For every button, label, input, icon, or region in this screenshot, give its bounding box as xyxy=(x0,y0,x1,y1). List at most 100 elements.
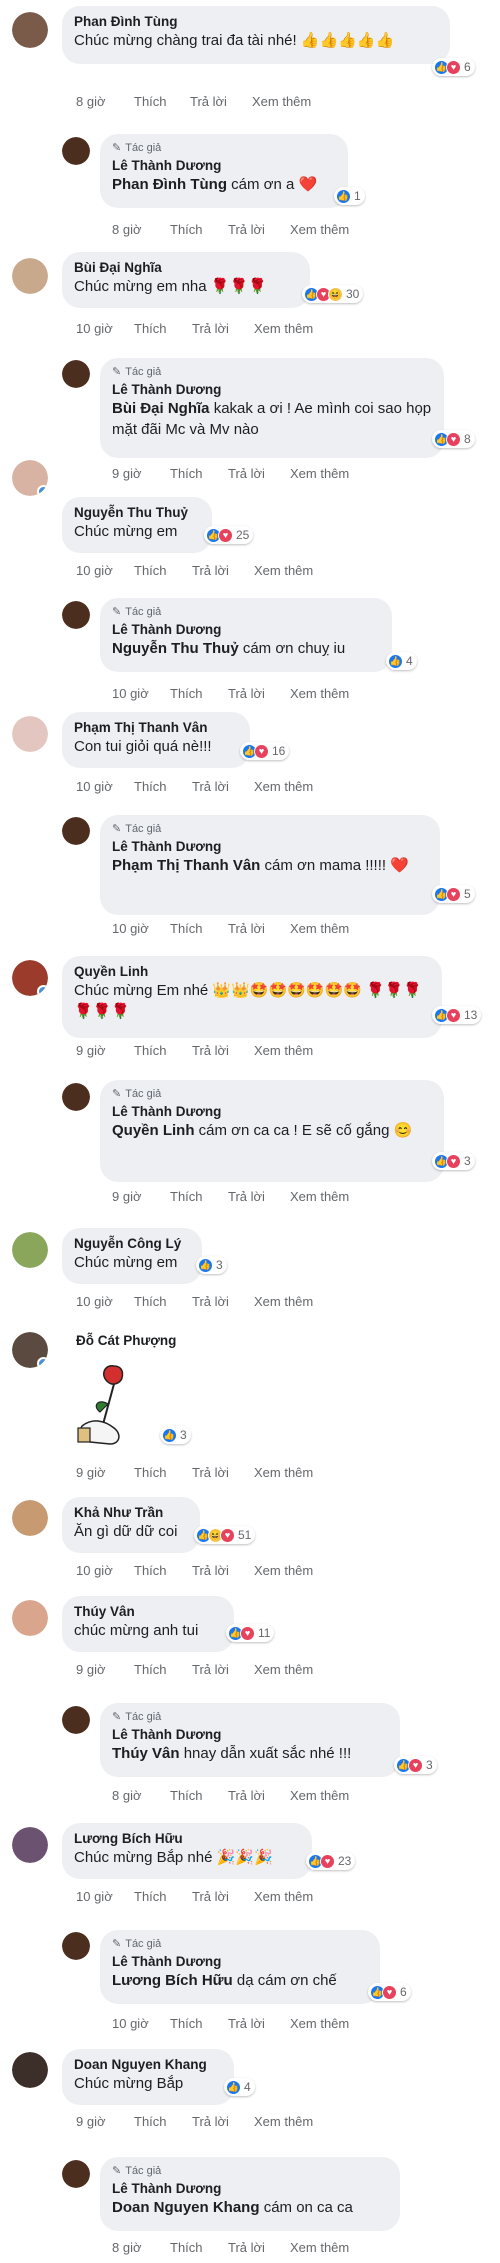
avatar[interactable] xyxy=(12,1827,48,1863)
avatar[interactable] xyxy=(12,258,48,294)
reply-link[interactable]: Trả lời xyxy=(192,1889,254,1904)
reply-link[interactable]: Trả lời xyxy=(228,1788,290,1803)
reply-link[interactable]: Trả lời xyxy=(228,1189,290,1204)
reaction-summary[interactable]: 👍 ♥ 13 xyxy=(432,1006,482,1024)
avatar[interactable] xyxy=(62,1932,90,1960)
reply-link[interactable]: Trả lời xyxy=(192,2114,254,2129)
see-more-link[interactable]: Xem thêm xyxy=(254,563,313,578)
avatar[interactable] xyxy=(62,1083,90,1111)
reaction-summary[interactable]: 👍 ♥ 3 xyxy=(394,1756,437,1774)
mention[interactable]: Nguyễn Thu Thuỷ xyxy=(112,640,239,657)
see-more-link[interactable]: Xem thêm xyxy=(254,1294,313,1309)
mention[interactable]: Lương Bích Hữu xyxy=(112,1972,233,1989)
reaction-summary[interactable]: 👍 3 xyxy=(196,1256,227,1274)
see-more-link[interactable]: Xem thêm xyxy=(254,1465,313,1480)
avatar[interactable] xyxy=(12,1600,48,1636)
reply-link[interactable]: Trả lời xyxy=(192,1662,254,1677)
comment-time[interactable]: 9 giờ xyxy=(76,1465,134,1480)
commenter-name[interactable]: Lê Thành Dương xyxy=(112,621,380,638)
comment-time[interactable]: 8 giờ xyxy=(112,2240,170,2255)
see-more-link[interactable]: Xem thêm xyxy=(254,1563,313,1578)
like-link[interactable]: Thích xyxy=(170,686,228,701)
avatar[interactable] xyxy=(12,716,48,752)
commenter-name[interactable]: Nguyễn Thu Thuỷ xyxy=(74,504,200,521)
comment-time[interactable]: 9 giờ xyxy=(76,1662,134,1677)
reaction-summary[interactable]: 👍 ♥ 6 xyxy=(432,58,475,76)
commenter-name[interactable]: Phạm Thị Thanh Vân xyxy=(74,719,238,736)
reaction-summary[interactable]: 👍 1 xyxy=(334,187,365,205)
comment-time[interactable]: 8 giờ xyxy=(112,1788,170,1803)
avatar[interactable] xyxy=(62,2160,90,2188)
reaction-summary[interactable]: 👍 ♥ 11 xyxy=(226,1624,275,1642)
reply-link[interactable]: Trả lời xyxy=(228,686,290,701)
like-link[interactable]: Thích xyxy=(134,563,192,578)
like-link[interactable]: Thích xyxy=(170,1788,228,1803)
see-more-link[interactable]: Xem thêm xyxy=(290,686,349,701)
avatar[interactable] xyxy=(62,601,90,629)
like-link[interactable]: Thích xyxy=(134,2114,192,2129)
mention[interactable]: Doan Nguyen Khang xyxy=(112,2199,260,2216)
commenter-name[interactable]: Nguyễn Công Lý xyxy=(74,1235,190,1252)
reaction-summary[interactable]: 👍 ♥ 25 xyxy=(204,526,254,544)
commenter-name[interactable]: Đỗ Cát Phượng xyxy=(76,1332,176,1349)
commenter-name[interactable]: Lê Thành Dương xyxy=(112,2180,388,2197)
comment-time[interactable]: 10 giờ xyxy=(76,1294,134,1309)
see-more-link[interactable]: Xem thêm xyxy=(254,1889,313,1904)
comment-time[interactable]: 8 giờ xyxy=(112,222,170,237)
see-more-link[interactable]: Xem thêm xyxy=(254,321,313,336)
mention[interactable]: Phạm Thị Thanh Vân xyxy=(112,857,260,874)
avatar[interactable] xyxy=(62,360,90,388)
commenter-name[interactable]: Lương Bích Hữu xyxy=(74,1830,300,1847)
comment-time[interactable]: 9 giờ xyxy=(76,1043,134,1058)
commenter-name[interactable]: Lê Thành Dương xyxy=(112,1103,432,1120)
reaction-summary[interactable]: 👍 😆 ♥ 51 xyxy=(194,1526,256,1544)
reply-link[interactable]: Trả lời xyxy=(192,1294,254,1309)
see-more-link[interactable]: Xem thêm xyxy=(254,1662,313,1677)
avatar[interactable] xyxy=(62,1706,90,1734)
avatar[interactable] xyxy=(12,12,48,48)
comment-time[interactable]: 10 giờ xyxy=(76,1563,134,1578)
see-more-link[interactable]: Xem thêm xyxy=(290,921,349,936)
reply-link[interactable]: Trả lời xyxy=(228,222,290,237)
see-more-link[interactable]: Xem thêm xyxy=(252,94,311,109)
reply-link[interactable]: Trả lời xyxy=(192,779,254,794)
see-more-link[interactable]: Xem thêm xyxy=(290,2240,349,2255)
like-link[interactable]: Thích xyxy=(170,921,228,936)
like-link[interactable]: Thích xyxy=(134,1465,192,1480)
mention[interactable]: Quyền Linh xyxy=(112,1122,195,1139)
commenter-name[interactable]: Phan Đình Tùng xyxy=(74,13,438,30)
commenter-name[interactable]: Lê Thành Dương xyxy=(112,157,336,174)
see-more-link[interactable]: Xem thêm xyxy=(290,222,349,237)
see-more-link[interactable]: Xem thêm xyxy=(254,1043,313,1058)
comment-time[interactable]: 10 giờ xyxy=(76,779,134,794)
see-more-link[interactable]: Xem thêm xyxy=(290,1788,349,1803)
mention[interactable]: Bùi Đại Nghĩa xyxy=(112,400,210,417)
like-link[interactable]: Thích xyxy=(170,1189,228,1204)
reaction-summary[interactable]: 👍 ♥ 16 xyxy=(240,742,290,760)
reply-link[interactable]: Trả lời xyxy=(192,321,254,336)
commenter-name[interactable]: Lê Thành Dương xyxy=(112,381,432,398)
avatar[interactable] xyxy=(12,1232,48,1268)
commenter-name[interactable]: Lê Thành Dương xyxy=(112,1953,368,1970)
avatar[interactable] xyxy=(12,1332,48,1368)
reaction-summary[interactable]: 👍 ♥ 8 xyxy=(432,430,475,448)
reply-link[interactable]: Trả lời xyxy=(228,2016,290,2031)
reply-link[interactable]: Trả lời xyxy=(228,466,290,481)
avatar[interactable] xyxy=(62,817,90,845)
like-link[interactable]: Thích xyxy=(170,466,228,481)
see-more-link[interactable]: Xem thêm xyxy=(290,1189,349,1204)
like-link[interactable]: Thích xyxy=(134,321,192,336)
like-link[interactable]: Thích xyxy=(134,779,192,794)
reply-link[interactable]: Trả lời xyxy=(192,1043,254,1058)
see-more-link[interactable]: Xem thêm xyxy=(290,466,349,481)
like-link[interactable]: Thích xyxy=(134,1889,192,1904)
comment-time[interactable]: 10 giờ xyxy=(76,563,134,578)
commenter-name[interactable]: Thúy Vân xyxy=(74,1603,222,1620)
see-more-link[interactable]: Xem thêm xyxy=(254,2114,313,2129)
see-more-link[interactable]: Xem thêm xyxy=(254,779,313,794)
avatar[interactable] xyxy=(62,137,90,165)
comment-time[interactable]: 10 giờ xyxy=(76,321,134,336)
comment-time[interactable]: 10 giờ xyxy=(112,686,170,701)
reply-link[interactable]: Trả lời xyxy=(192,1563,254,1578)
comment-time[interactable]: 9 giờ xyxy=(112,466,170,481)
